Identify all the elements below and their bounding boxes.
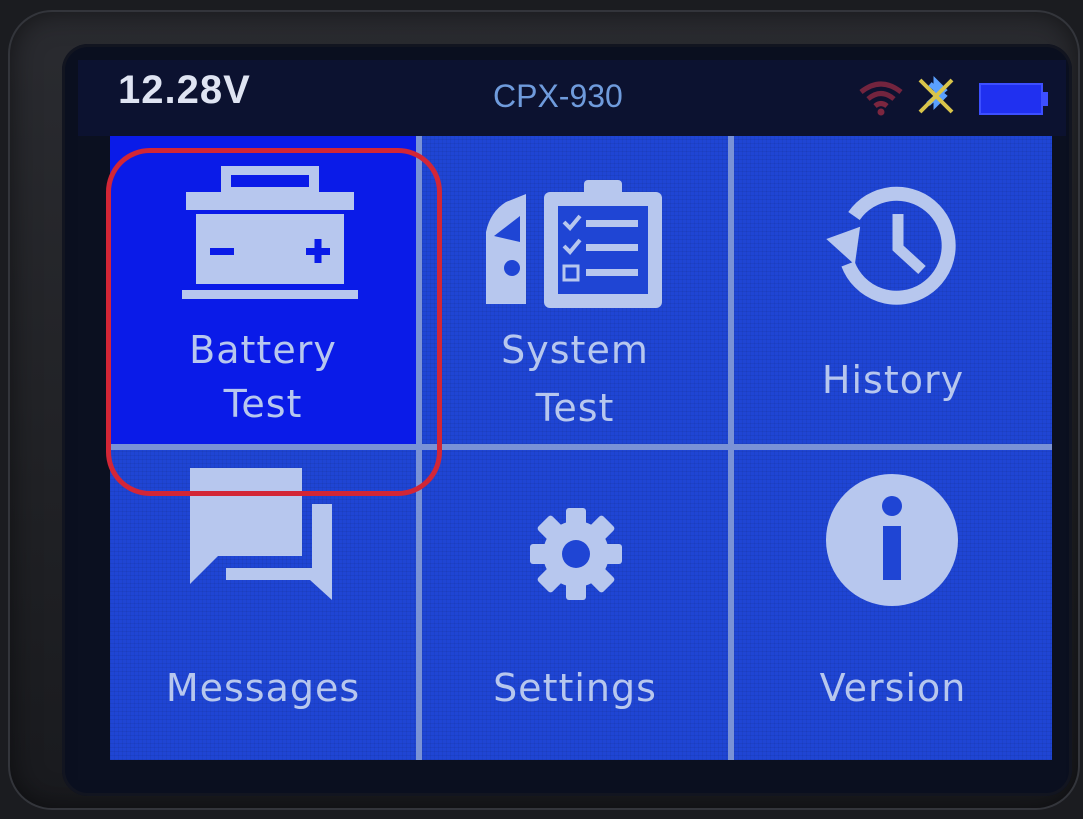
- wifi-icon: [859, 81, 903, 116]
- version-label: Version: [819, 666, 967, 710]
- battery-icon: [979, 83, 1048, 115]
- chat-bubbles-icon: [190, 468, 332, 600]
- vehicle-checklist-icon: [486, 180, 662, 308]
- battery-test-tile[interactable]: Battery Test: [110, 136, 416, 444]
- car-battery-icon: [182, 166, 358, 299]
- battery-test-label-line2: Test: [223, 382, 303, 426]
- battery-test-label-line1: Battery: [189, 328, 337, 372]
- device-screen: 12.28V CPX-930 Battery Test System Test …: [78, 60, 1066, 780]
- messages-tile[interactable]: Messages: [110, 450, 416, 760]
- main-menu-grid: Battery Test System Test History Message…: [110, 136, 1052, 760]
- info-icon: [826, 474, 958, 606]
- status-bar: 12.28V CPX-930: [78, 60, 1066, 136]
- messages-label: Messages: [165, 666, 361, 710]
- voltage-readout: 12.28V: [118, 68, 251, 112]
- settings-label: Settings: [493, 666, 657, 710]
- history-icon: [826, 186, 956, 305]
- history-label: History: [821, 358, 965, 402]
- settings-tile[interactable]: Settings: [422, 450, 728, 760]
- system-test-label-line2: Test: [535, 386, 615, 430]
- system-test-tile[interactable]: System Test: [422, 136, 728, 444]
- device-model: CPX-930: [493, 78, 623, 114]
- system-test-label-line1: System: [501, 328, 649, 372]
- version-tile[interactable]: Version: [734, 450, 1052, 760]
- bluetooth-off-icon: [918, 75, 954, 114]
- history-tile[interactable]: History: [734, 136, 1052, 444]
- gear-icon: [530, 508, 622, 600]
